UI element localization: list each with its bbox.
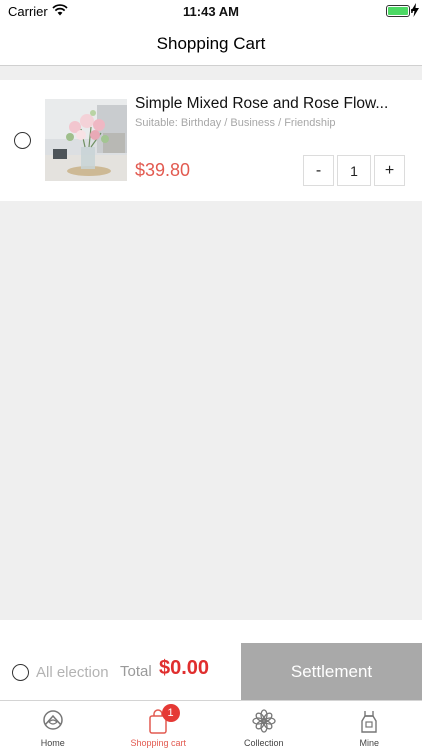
apron-icon: [361, 711, 377, 733]
tab-collection[interactable]: Collection: [211, 701, 317, 750]
tab-mine-label: Mine: [359, 738, 379, 748]
cart-badge: 1: [161, 704, 180, 722]
product-suitable-text: Suitable: Birthday / Business / Friendsh…: [135, 117, 336, 129]
product-image[interactable]: [45, 99, 127, 181]
battery-icon: [386, 5, 413, 17]
tab-shopping-cart[interactable]: 1 Shopping cart: [106, 701, 212, 750]
quantity-stepper: - 1 +: [303, 155, 405, 186]
select-all-label[interactable]: All election: [36, 664, 109, 681]
settlement-button[interactable]: Settlement: [241, 643, 422, 700]
quantity-value[interactable]: 1: [337, 155, 371, 186]
total-label: Total: [120, 663, 152, 680]
flower-icon: [252, 709, 276, 733]
cart-item[interactable]: Simple Mixed Rose and Rose Flow... Suita…: [0, 80, 422, 201]
nav-bar: Shopping Cart: [0, 22, 422, 66]
checkout-bar: All election Total $0.00 Settlement: [0, 620, 422, 700]
increase-quantity-button[interactable]: +: [374, 155, 405, 186]
product-name[interactable]: Simple Mixed Rose and Rose Flow...: [135, 95, 405, 113]
select-all-radio[interactable]: [12, 664, 29, 681]
page-title: Shopping Cart: [156, 34, 266, 53]
home-icon: [43, 710, 63, 730]
tab-collection-label: Collection: [243, 738, 284, 748]
product-price: $39.80: [135, 160, 191, 180]
total-value: $0.00: [159, 657, 210, 679]
item-select-radio[interactable]: [14, 132, 31, 149]
tab-shopping-cart-label: Shopping cart: [130, 738, 187, 748]
tab-home-label: Home: [40, 738, 65, 748]
tab-bar: Home 1 Shopping cart Collection Mine: [0, 700, 422, 750]
status-bar: Carrier 11:43 AM: [0, 0, 422, 22]
decrease-quantity-button[interactable]: -: [303, 155, 334, 186]
clock: 11:43 AM: [183, 4, 239, 19]
tab-home[interactable]: Home: [0, 701, 106, 750]
tab-mine[interactable]: Mine: [317, 701, 422, 750]
charging-icon: [411, 3, 419, 17]
